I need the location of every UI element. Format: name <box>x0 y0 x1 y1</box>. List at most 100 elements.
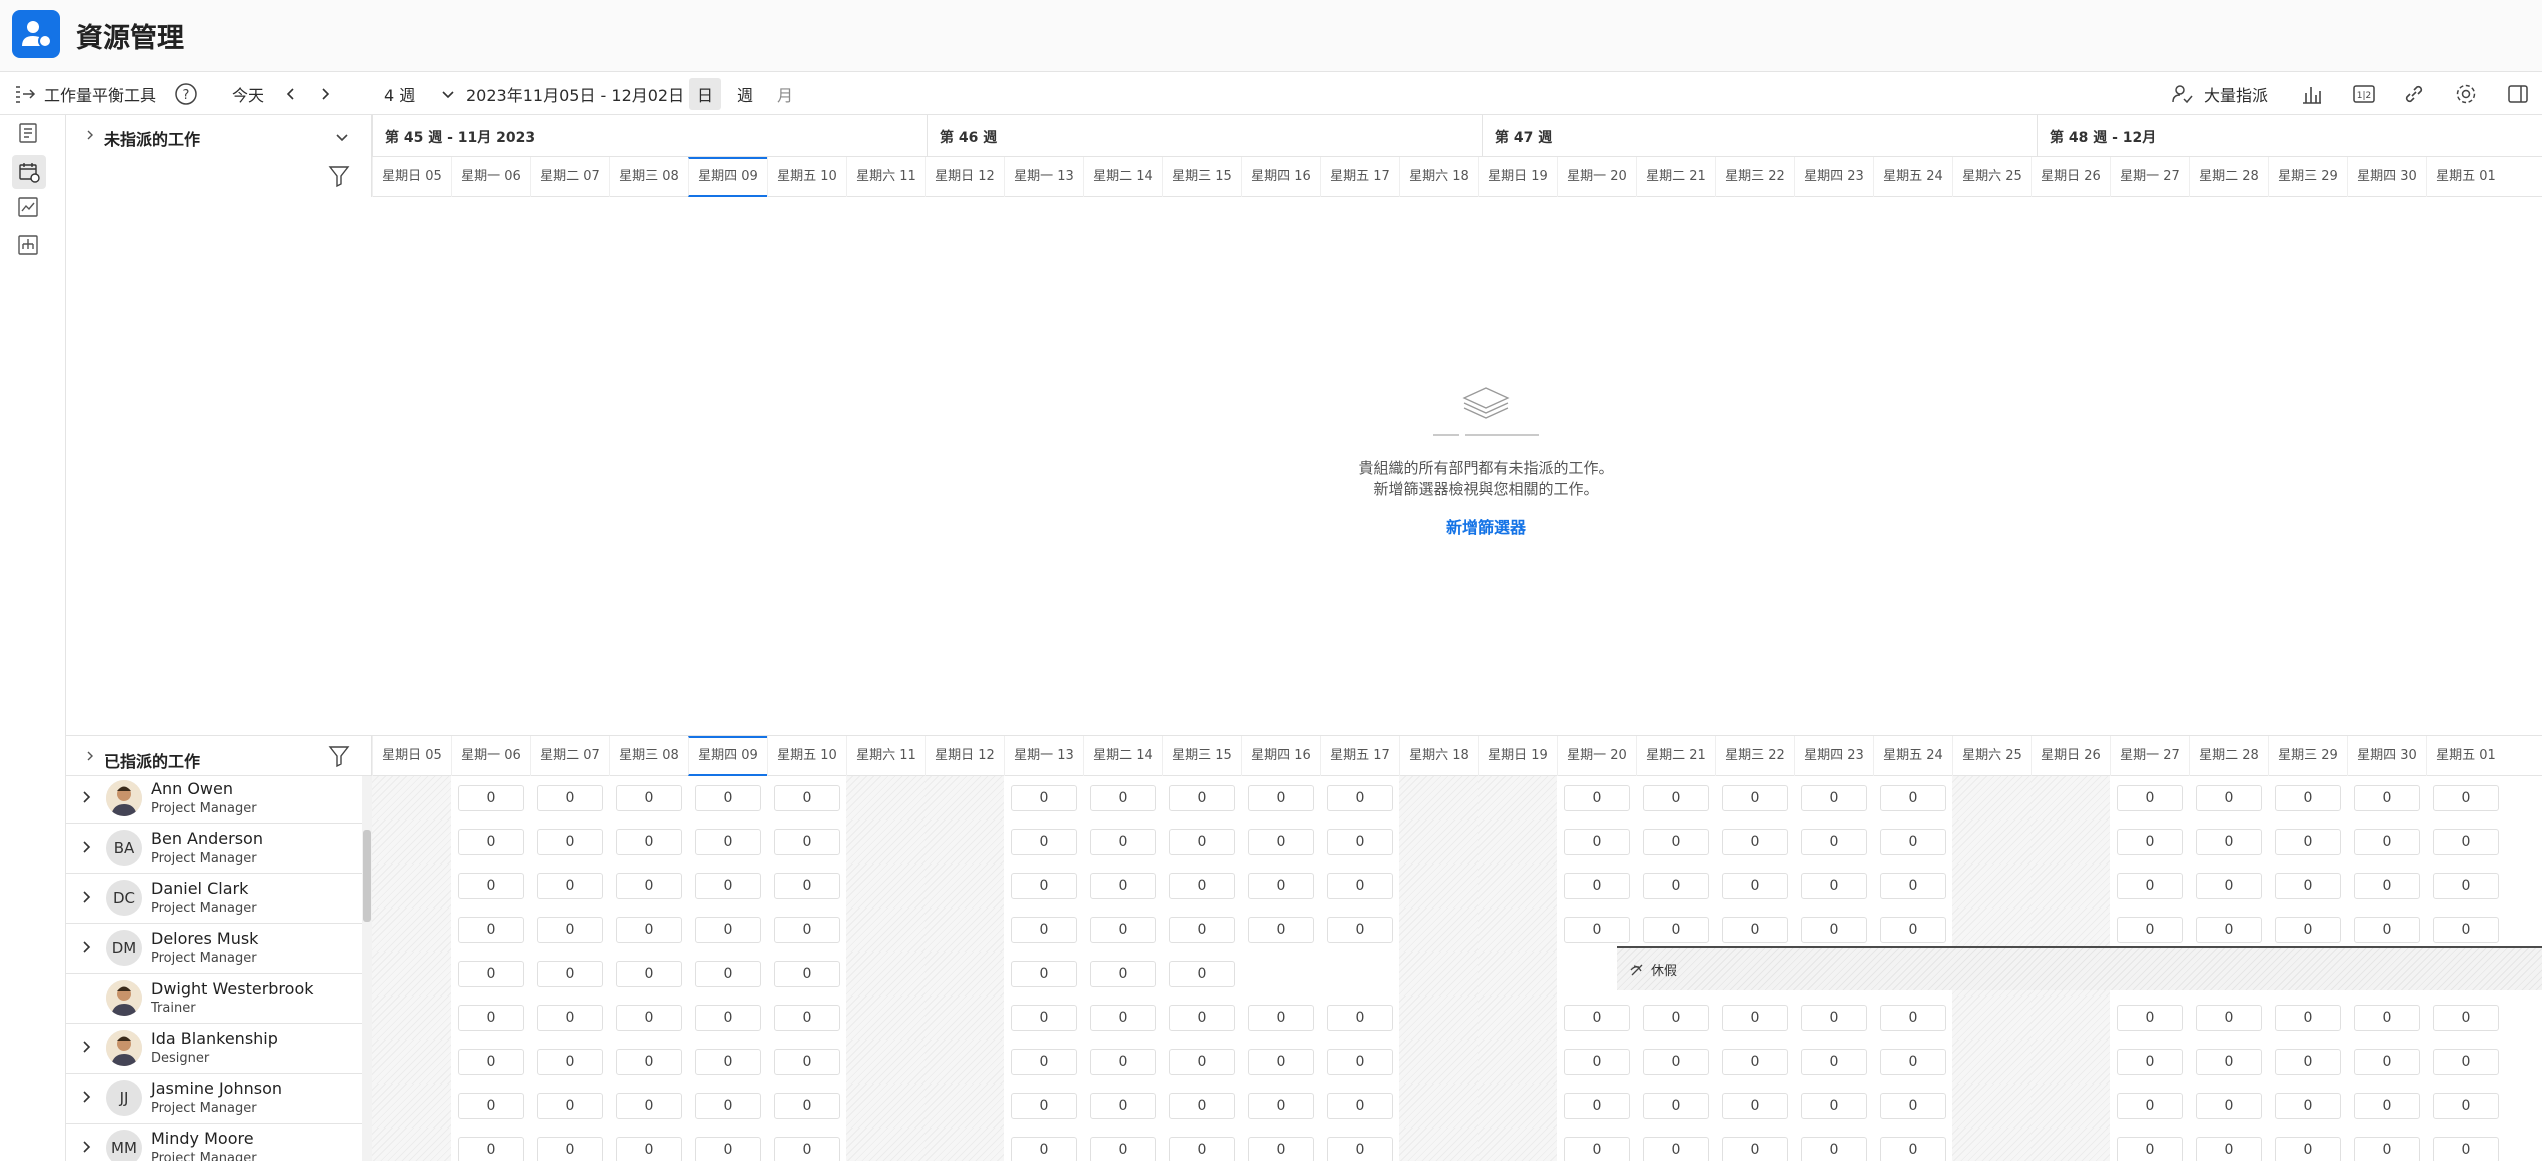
workload-cell[interactable]: 0 <box>1636 820 1715 864</box>
workload-cell[interactable]: 0 <box>1715 776 1794 820</box>
workload-cell[interactable]: 0 <box>1320 1040 1399 1084</box>
workload-cell[interactable]: 0 <box>1083 1084 1162 1128</box>
previous-arrow-icon[interactable] <box>284 73 298 115</box>
workload-cell[interactable]: 0 <box>767 864 846 908</box>
workload-cell[interactable]: 0 <box>1557 820 1636 864</box>
workload-cell[interactable] <box>1320 952 1399 996</box>
workload-cell[interactable]: 0 <box>2189 820 2268 864</box>
workload-cell[interactable]: 0 <box>1794 996 1873 1040</box>
user-row[interactable]: Dwight Westerbrook Trainer <box>66 974 362 1024</box>
workload-cell[interactable]: 0 <box>1794 1084 1873 1128</box>
utilization-chart-icon[interactable] <box>16 195 42 221</box>
scenario-planner-icon[interactable] <box>16 233 42 259</box>
workload-cell[interactable]: 0 <box>1557 1084 1636 1128</box>
workload-cell[interactable]: 0 <box>1162 908 1241 952</box>
workload-cell[interactable]: 0 <box>2110 1084 2189 1128</box>
workload-cell[interactable]: 0 <box>1794 776 1873 820</box>
workload-cell[interactable]: 0 <box>1162 1040 1241 1084</box>
workload-cell[interactable]: 0 <box>530 1128 609 1161</box>
workload-cell[interactable]: 0 <box>1083 1128 1162 1161</box>
workload-cell[interactable]: 0 <box>2110 776 2189 820</box>
workload-cell[interactable]: 0 <box>1241 776 1320 820</box>
workload-cell[interactable]: 0 <box>1083 820 1162 864</box>
workload-cell[interactable]: 0 <box>451 776 530 820</box>
workload-cell[interactable]: 0 <box>1873 996 1952 1040</box>
workload-cell[interactable]: 0 <box>1162 952 1241 996</box>
workload-cell[interactable]: 0 <box>1004 776 1083 820</box>
projects-list-icon[interactable] <box>16 121 42 147</box>
workload-cell[interactable]: 0 <box>1715 996 1794 1040</box>
workload-cell[interactable]: 0 <box>609 908 688 952</box>
workload-cell[interactable]: 0 <box>1636 776 1715 820</box>
workload-cell[interactable]: 0 <box>2110 1128 2189 1161</box>
workload-cell[interactable]: 0 <box>1873 820 1952 864</box>
workload-cell[interactable]: 0 <box>688 908 767 952</box>
user-row[interactable]: Ann Owen Project Manager <box>66 776 362 824</box>
workload-cell[interactable]: 0 <box>2347 1040 2426 1084</box>
workload-cell[interactable]: 0 <box>530 820 609 864</box>
workload-cell[interactable]: 0 <box>1162 820 1241 864</box>
workload-cell[interactable]: 0 <box>1715 864 1794 908</box>
workload-cell[interactable]: 0 <box>2189 1040 2268 1084</box>
workload-cell[interactable]: 0 <box>1715 820 1794 864</box>
workload-cell[interactable]: 0 <box>1320 776 1399 820</box>
range-select[interactable]: 4 週 <box>384 73 455 115</box>
workload-cell[interactable]: 0 <box>1162 864 1241 908</box>
workload-cell[interactable]: 0 <box>609 820 688 864</box>
workload-cell[interactable]: 0 <box>1873 776 1952 820</box>
workload-balancer-icon[interactable] <box>12 155 46 189</box>
workload-cell[interactable]: 0 <box>1162 1128 1241 1161</box>
workload-cell[interactable]: 0 <box>2268 820 2347 864</box>
filter-icon[interactable] <box>328 744 350 768</box>
workload-cell[interactable]: 0 <box>1636 1128 1715 1161</box>
workload-cell[interactable]: 0 <box>530 1040 609 1084</box>
workload-cell[interactable]: 0 <box>767 776 846 820</box>
bulk-assign-button[interactable]: 大量指派 <box>2170 73 2268 115</box>
workload-cell[interactable]: 0 <box>1004 1040 1083 1084</box>
workload-cell[interactable]: 0 <box>2189 996 2268 1040</box>
workload-cell[interactable]: 0 <box>1162 1084 1241 1128</box>
workload-cell[interactable]: 0 <box>2110 1040 2189 1084</box>
view-week-button[interactable]: 週 <box>737 73 753 115</box>
today-button[interactable]: 今天 <box>232 73 264 115</box>
workload-cell[interactable]: 0 <box>2347 1084 2426 1128</box>
workload-cell[interactable]: 0 <box>2189 776 2268 820</box>
workload-cell[interactable]: 0 <box>1241 1084 1320 1128</box>
workload-cell[interactable]: 0 <box>1873 1128 1952 1161</box>
workload-cell[interactable]: 0 <box>1794 864 1873 908</box>
workload-cell[interactable]: 0 <box>1794 820 1873 864</box>
workload-cell[interactable]: 0 <box>1241 1040 1320 1084</box>
expand-chevron-icon[interactable] <box>79 1040 93 1054</box>
workload-cell[interactable]: 0 <box>688 1084 767 1128</box>
number-format-icon[interactable]: 1|2 <box>2352 73 2376 115</box>
workload-cell[interactable]: 0 <box>1557 1040 1636 1084</box>
workload-cell[interactable]: 0 <box>1083 1040 1162 1084</box>
workload-cell[interactable]: 0 <box>609 864 688 908</box>
workload-cell[interactable]: 0 <box>609 952 688 996</box>
workload-cell[interactable]: 0 <box>1557 1128 1636 1161</box>
workload-cell[interactable]: 0 <box>2347 1128 2426 1161</box>
workload-cell[interactable]: 0 <box>451 996 530 1040</box>
add-filter-link[interactable]: 新增篩選器 <box>1286 514 1686 538</box>
workload-cell[interactable]: 0 <box>1873 864 1952 908</box>
workload-cell[interactable]: 0 <box>609 776 688 820</box>
workload-cell[interactable]: 0 <box>1320 996 1399 1040</box>
workload-cell[interactable]: 0 <box>530 908 609 952</box>
workload-cell[interactable]: 0 <box>1636 996 1715 1040</box>
workload-cell[interactable]: 0 <box>451 1128 530 1161</box>
workload-cell[interactable]: 0 <box>1557 996 1636 1040</box>
workload-cell[interactable]: 0 <box>1873 1040 1952 1084</box>
view-day-button[interactable]: 日 <box>689 78 721 110</box>
side-panel-icon[interactable] <box>2506 73 2530 115</box>
workload-cell[interactable]: 0 <box>2189 1084 2268 1128</box>
workload-cell[interactable]: 0 <box>1004 864 1083 908</box>
workload-cell[interactable]: 0 <box>2426 1040 2505 1084</box>
filter-icon[interactable] <box>328 164 350 188</box>
workload-cell[interactable]: 0 <box>451 864 530 908</box>
workload-cell[interactable]: 0 <box>1320 908 1399 952</box>
workload-cell[interactable]: 0 <box>530 864 609 908</box>
workload-cell[interactable]: 0 <box>1557 864 1636 908</box>
workload-cell[interactable]: 0 <box>767 820 846 864</box>
workload-cell[interactable]: 0 <box>2426 776 2505 820</box>
workload-cell[interactable]: 0 <box>1636 1040 1715 1084</box>
